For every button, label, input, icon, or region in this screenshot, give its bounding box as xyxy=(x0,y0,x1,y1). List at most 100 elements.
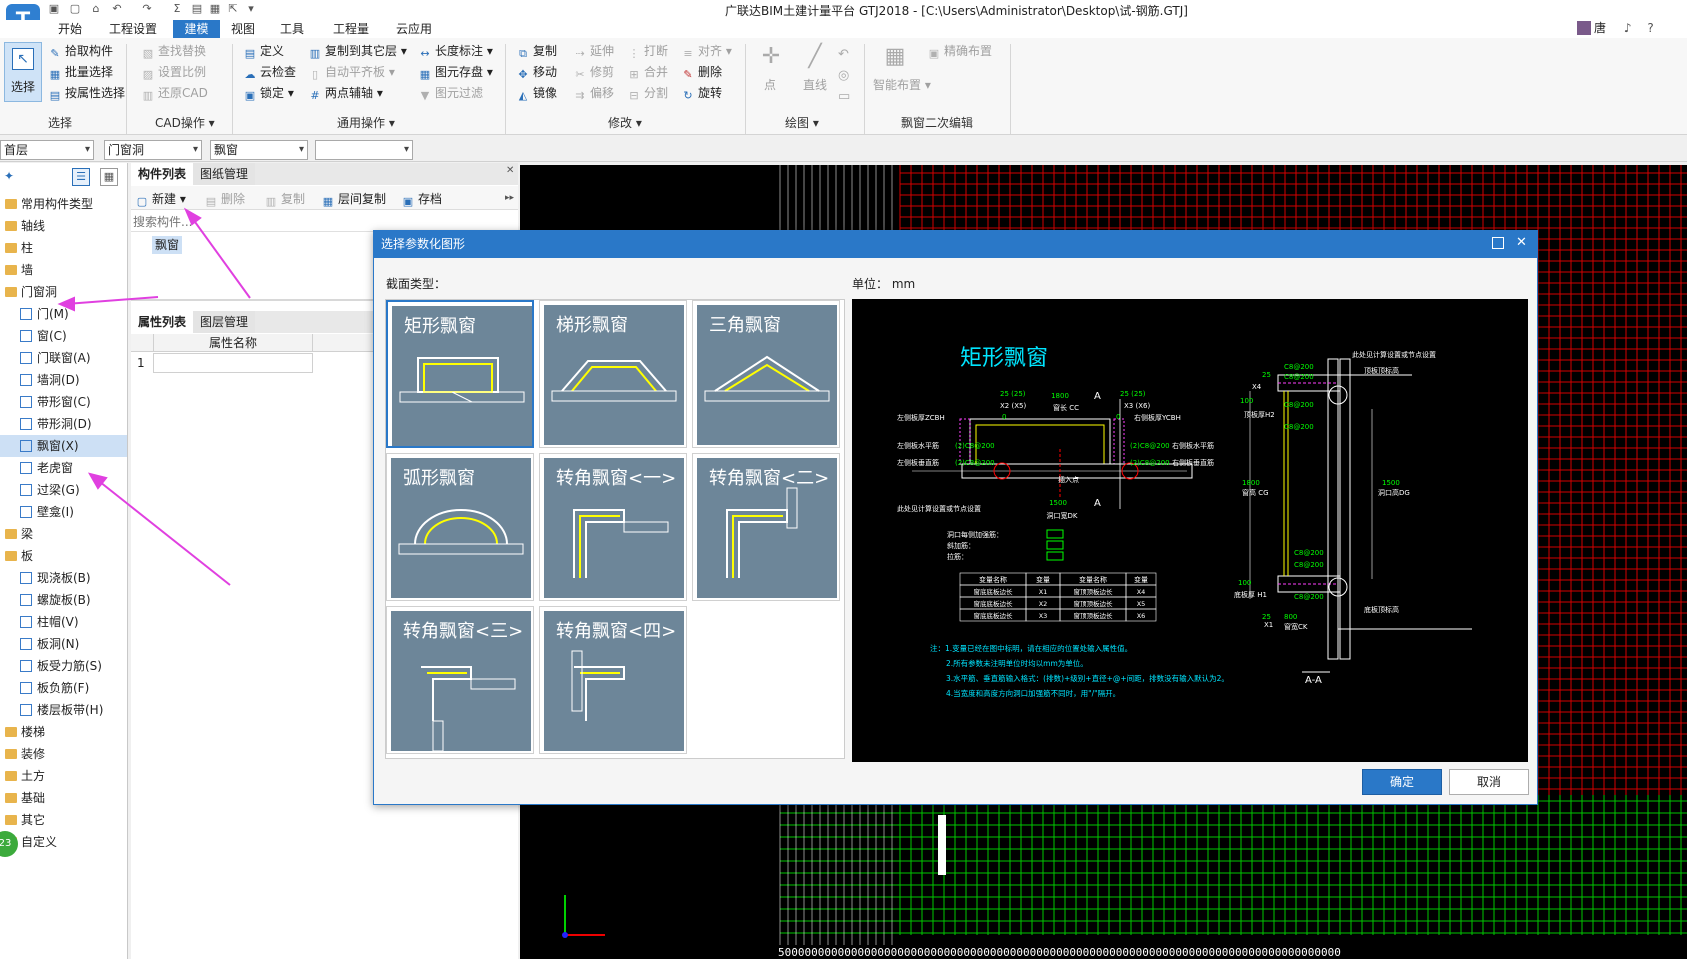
tree-item[interactable]: 现浇板(B) xyxy=(0,567,127,589)
delete-component-button[interactable]: ▤ 删除 xyxy=(204,190,245,208)
save-element-button[interactable]: ▦ 图元存盘 ▾ xyxy=(418,63,493,81)
tab-modeling[interactable]: 建模 xyxy=(173,20,220,38)
shape-thumbnail[interactable]: 转角飘窗<三> xyxy=(386,606,534,754)
line-button[interactable]: 直线 xyxy=(803,76,827,94)
help-icon[interactable]: ? xyxy=(1647,21,1653,35)
sum-icon[interactable]: Σ xyxy=(170,2,184,16)
point-button[interactable]: 点 xyxy=(764,76,776,94)
smart-layout-button[interactable]: 智能布置 ▾ xyxy=(873,76,931,94)
break-button[interactable]: ⋮ 打断 xyxy=(627,42,669,60)
tree-folder[interactable]: 装修 xyxy=(0,743,127,765)
close-dialog-icon[interactable]: ✕ xyxy=(1516,235,1527,250)
tree-folder[interactable]: 基础 xyxy=(0,787,127,809)
move-button[interactable]: ✥ 移动 xyxy=(516,63,557,81)
archive-button[interactable]: ▣ 存档 xyxy=(401,190,442,208)
tree-item[interactable]: 板洞(N) xyxy=(0,633,127,655)
undo-icon[interactable]: ↶ xyxy=(110,2,124,16)
redo-icon[interactable]: ↷ xyxy=(140,2,154,16)
smart-layout-icon[interactable]: ▦ xyxy=(880,44,910,74)
save-icon[interactable]: ▣ xyxy=(47,2,61,16)
select-button[interactable]: ↖ 选择 xyxy=(4,42,42,102)
precise-layout-button[interactable]: ▣ 精确布置 xyxy=(927,42,992,60)
tree-folder[interactable]: 轴线 xyxy=(0,215,127,237)
tab-property-list[interactable]: 属性列表 xyxy=(131,311,194,333)
tree-item[interactable]: 壁龛(I) xyxy=(0,501,127,523)
avatar[interactable] xyxy=(1577,21,1591,35)
component-select[interactable] xyxy=(315,140,413,160)
element-filter-button[interactable]: ▼ 图元过滤 xyxy=(418,84,483,102)
tree-item[interactable]: 过梁(G) xyxy=(0,479,127,501)
tab-project-settings[interactable]: 工程设置 xyxy=(103,20,163,38)
tab-drawing-management[interactable]: 图纸管理 xyxy=(193,163,256,185)
define-button[interactable]: ▤ 定义 xyxy=(243,42,284,60)
lock-button[interactable]: ▣ 锁定 ▾ xyxy=(243,84,294,102)
document-icon[interactable]: ▤ xyxy=(190,2,204,16)
merge-button[interactable]: ⊞ 合并 xyxy=(627,63,668,81)
select-by-property-button[interactable]: ▤ 按属性选择 xyxy=(48,84,125,102)
floor-select[interactable]: 首层 xyxy=(0,140,94,160)
mirror-button[interactable]: ◭ 镜像 xyxy=(516,84,557,102)
tree-item[interactable]: 板受力筋(S) xyxy=(0,655,127,677)
shape-thumbnail[interactable]: 转角飘窗<二> xyxy=(692,453,840,601)
grid-view-icon[interactable]: ▦ xyxy=(100,168,118,186)
rotate-button[interactable]: ↻ 旋转 xyxy=(681,84,722,102)
list-view-icon[interactable]: ☰ xyxy=(72,168,90,186)
set-scale-button[interactable]: ▨ 设置比例 xyxy=(141,63,206,81)
group-draw-label[interactable]: 绘图 ▾ xyxy=(785,114,819,131)
find-replace-button[interactable]: ▧ 查找替换 xyxy=(141,42,206,60)
extend-button[interactable]: ⇢ 延伸 xyxy=(573,42,614,60)
split-button[interactable]: ⊟ 分割 xyxy=(627,84,668,102)
open-folder-icon[interactable]: ⌂ xyxy=(89,2,103,16)
tree-folder[interactable]: 门窗洞 xyxy=(0,281,127,303)
copy-between-floors-button[interactable]: ▦ 层间复制 xyxy=(321,190,386,208)
length-dimension-button[interactable]: ↔ 长度标注 ▾ xyxy=(418,42,492,60)
tree-item[interactable]: 板负筋(F) xyxy=(0,677,127,699)
more-icon[interactable]: ▸▸ xyxy=(505,193,514,203)
shape-thumbnail[interactable]: 弧形飘窗 xyxy=(386,453,534,601)
tree-item[interactable]: 老虎窗 xyxy=(0,457,127,479)
tree-folder[interactable]: 土方 xyxy=(0,765,127,787)
tree-item[interactable]: 窗(C) xyxy=(0,325,127,347)
tree-item[interactable]: 带形窗(C) xyxy=(0,391,127,413)
batch-select-button[interactable]: ▦ 批量选择 xyxy=(48,63,113,81)
line-icon[interactable]: ╱ xyxy=(800,44,830,74)
restore-cad-button[interactable]: ▥ 还原CAD xyxy=(141,84,208,102)
tree-item[interactable]: 门(M) xyxy=(0,303,127,325)
shape-thumbnail[interactable]: 矩形飘窗 xyxy=(386,300,534,448)
tab-cloud[interactable]: 云应用 xyxy=(390,20,438,38)
tab-component-list[interactable]: 构件列表 xyxy=(131,163,194,185)
tab-start[interactable]: 开始 xyxy=(52,20,88,38)
shape-thumbnail[interactable]: 三角飘窗 xyxy=(692,300,840,448)
customize-icon[interactable]: ▾ xyxy=(244,2,258,16)
copy-to-other-floor-button[interactable]: ▥ 复制到其它层 ▾ xyxy=(308,42,407,60)
cloud-check-button[interactable]: ☁ 云检查 xyxy=(243,63,297,81)
shape-thumbnail[interactable]: 转角飘窗<四> xyxy=(539,606,687,754)
maximize-icon[interactable] xyxy=(1492,237,1504,249)
group-modify-label[interactable]: 修改 ▾ xyxy=(608,114,642,131)
tab-quantities[interactable]: 工程量 xyxy=(327,20,375,38)
tree-item[interactable]: 柱帽(V) xyxy=(0,611,127,633)
tree-item[interactable]: 带形洞(D) xyxy=(0,413,127,435)
shape-thumbnail[interactable]: 转角飘窗<一> xyxy=(539,453,687,601)
export-icon[interactable]: ⇱ xyxy=(226,2,240,16)
two-point-axis-button[interactable]: # 两点辅轴 ▾ xyxy=(308,84,382,102)
calculator-icon[interactable]: ▦ xyxy=(208,2,222,16)
property-row[interactable] xyxy=(153,353,313,373)
group-cad-label[interactable]: CAD操作 ▾ xyxy=(155,114,215,131)
point-icon[interactable]: ✛ xyxy=(756,44,786,74)
tree-folder[interactable]: 自定义 xyxy=(0,831,127,853)
trim-button[interactable]: ✂ 修剪 xyxy=(573,63,614,81)
tree-item[interactable]: 墙洞(D) xyxy=(0,369,127,391)
copy-button[interactable]: ⧉ 复制 xyxy=(516,42,557,60)
close-panel-icon[interactable]: ✕ xyxy=(506,165,514,176)
tree-folder[interactable]: 楼梯 xyxy=(0,721,127,743)
tree-folder[interactable]: 其它 xyxy=(0,809,127,831)
shape-thumbnail[interactable]: 梯形飘窗 xyxy=(539,300,687,448)
type-select[interactable]: 飘窗 xyxy=(210,140,308,160)
tree-item[interactable]: 楼层板带(H) xyxy=(0,699,127,721)
tree-item[interactable]: 螺旋板(B) xyxy=(0,589,127,611)
tab-tools[interactable]: 工具 xyxy=(274,20,310,38)
category-select[interactable]: 门窗洞 xyxy=(104,140,202,160)
tab-view[interactable]: 视图 xyxy=(225,20,261,38)
tab-layer-management[interactable]: 图层管理 xyxy=(193,311,256,333)
